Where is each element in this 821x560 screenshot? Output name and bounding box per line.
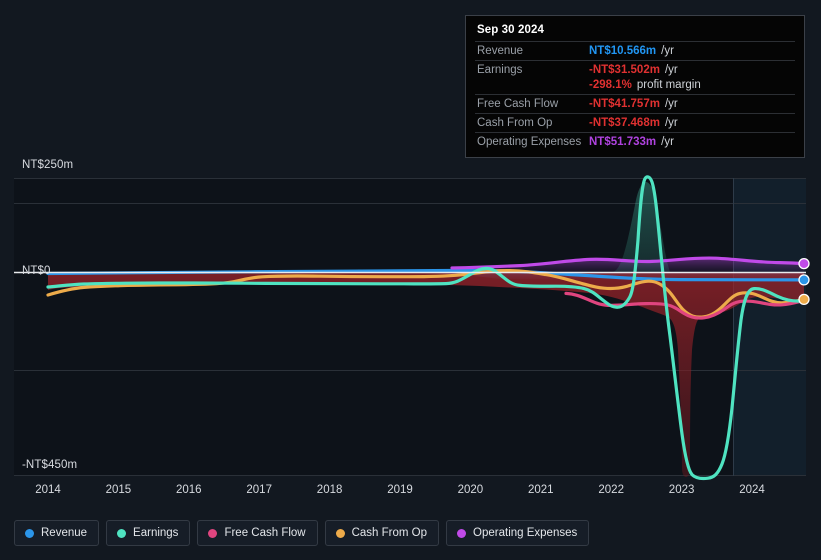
endpoint-revenue — [798, 274, 810, 286]
legend-item-cash-from-op[interactable]: Cash From Op — [324, 520, 440, 546]
tooltip-row-value-wrap: -NT$37.468m/yr — [589, 117, 678, 129]
x-axis-tick-2019: 2019 — [387, 484, 413, 496]
tooltip-row-suffix: /yr — [664, 117, 678, 129]
tooltip-row-suffix: /yr — [661, 136, 674, 148]
legend-color-dot-icon — [335, 528, 345, 538]
tooltip-row-key: Revenue — [477, 45, 524, 57]
x-axis-tick-2017: 2017 — [246, 484, 272, 496]
tooltip-row: Operating Expenses NT$51.733m/yr — [475, 132, 795, 151]
endpoint-cash-from-op — [798, 293, 810, 306]
tooltip-row-value: NT$10.566m — [589, 45, 657, 57]
legend-color-dot-icon — [117, 528, 127, 538]
x-axis-tick-2016: 2016 — [176, 484, 202, 496]
tooltip-row-key: Operating Expenses — [477, 136, 582, 148]
tooltip-row-value: -NT$31.502m — [589, 64, 660, 76]
tooltip-row-value: -NT$37.468m — [589, 117, 660, 129]
tooltip-row-value-wrap: -NT$41.757m/yr — [589, 98, 678, 110]
x-axis-tick-2020: 2020 — [457, 484, 484, 496]
tooltip-row-suffix: /yr — [664, 98, 678, 110]
tooltip-row-suffix: /yr — [661, 45, 674, 57]
tooltip-row: Revenue NT$10.566m/yr — [475, 41, 795, 60]
legend-color-dot-icon — [208, 528, 218, 538]
x-axis-tick-2023: 2023 — [668, 484, 695, 496]
legend-item-earnings[interactable]: Earnings — [106, 520, 191, 546]
legend-color-dot-icon — [457, 528, 467, 538]
legend-item-label: Operating Expenses — [473, 527, 578, 539]
tooltip-row-value-wrap: -NT$31.502m/yr — [589, 64, 678, 76]
tooltip-row-key: Cash From Op — [477, 117, 553, 129]
x-axis-tick-2018: 2018 — [316, 484, 343, 496]
x-axis-tick-2021: 2021 — [528, 484, 554, 496]
tooltip-row-value: -298.1% — [589, 79, 632, 91]
tooltip-rows: Revenue NT$10.566m/yr Earnings -NT$31.502m /… — [475, 41, 795, 151]
legend-item-free-cash-flow[interactable]: Free Cash Flow — [197, 520, 318, 546]
y-axis-label-bottom: -NT$450m — [22, 459, 78, 471]
x-axis-tick-2022: 2022 — [598, 484, 624, 496]
x-axis-tick-2015: 2015 — [105, 484, 132, 496]
chart-tooltip: Sep 30 2024 Revenue NT$10.566m/yr Earnings… — [465, 15, 805, 158]
tooltip-row: -298.1% profit margin — [475, 79, 795, 94]
tooltip-row: Earnings -NT$31.502m/yr — [475, 60, 795, 79]
tooltip-row-value-wrap: -298.1% profit margin — [589, 79, 701, 91]
tooltip-row-key: Free Cash Flow — [477, 98, 559, 110]
tooltip-row: Free Cash Flow -NT$41.757m/yr — [475, 94, 795, 113]
tooltip-row-value: -NT$41.757m — [589, 98, 660, 110]
tooltip-date: Sep 30 2024 — [477, 24, 544, 36]
legend-color-dot-icon — [25, 528, 34, 538]
x-axis-tick-2014: 2014 — [35, 484, 61, 496]
tooltip-row-suffix: profit margin — [636, 79, 701, 91]
forecast-region — [733, 178, 806, 476]
legend-item-revenue[interactable]: Revenue — [14, 520, 100, 546]
tooltip-row-value-wrap: NT$51.733m/yr — [589, 136, 674, 148]
series-endpoints — [798, 257, 810, 306]
legend-item-operating-expenses[interactable]: Operating Expenses — [446, 520, 590, 546]
legend-item-label: Earnings — [133, 527, 179, 539]
y-axis-label-zero: NT$0 — [22, 265, 51, 277]
chart-screenshot: NT$250m NT$0 -NT$450m 2014 2015 2016 2017 20… — [0, 0, 821, 560]
tooltip-row-value: NT$51.733m — [589, 136, 657, 148]
x-axis-tick-2024: 2024 — [739, 484, 765, 496]
legend-item-label: Free Cash Flow — [224, 527, 306, 539]
y-axis-label-top: NT$250m — [22, 159, 74, 171]
legend-item-label: Cash From Op — [351, 527, 428, 539]
tooltip-row: Cash From Op -NT$37.468m/yr — [475, 113, 795, 132]
x-axis: 2014 2015 2016 2017 2018 2019 2020 2021 2022 2023… — [0, 484, 821, 504]
tooltip-row-value-wrap: NT$10.566m/yr — [589, 45, 674, 57]
tooltip-row-key: Earnings — [477, 64, 523, 76]
chart-legend[interactable]: Revenue Earnings Free Cash Flow Cash From O… — [0, 512, 821, 554]
tooltip-row-suffix: /yr — [664, 64, 678, 76]
legend-item-label: Revenue — [41, 527, 88, 539]
endpoint-operating-expenses — [798, 257, 810, 270]
